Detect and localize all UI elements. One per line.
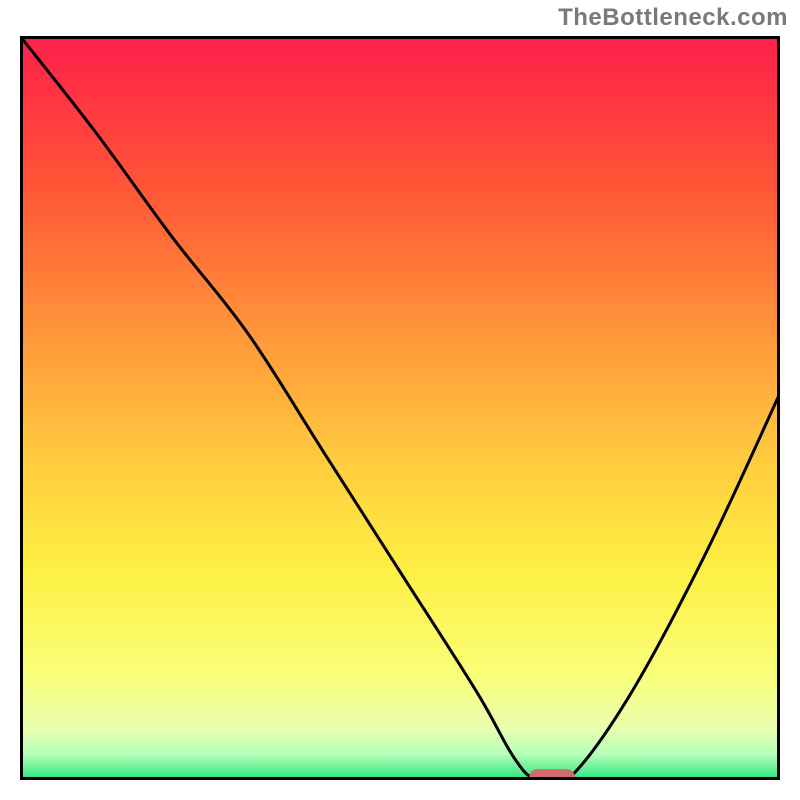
chart-svg xyxy=(20,36,780,780)
gradient-background xyxy=(20,36,780,780)
plot-area xyxy=(20,36,780,780)
chart-container: TheBottleneck.com xyxy=(0,0,800,800)
watermark-text: TheBottleneck.com xyxy=(558,4,788,32)
